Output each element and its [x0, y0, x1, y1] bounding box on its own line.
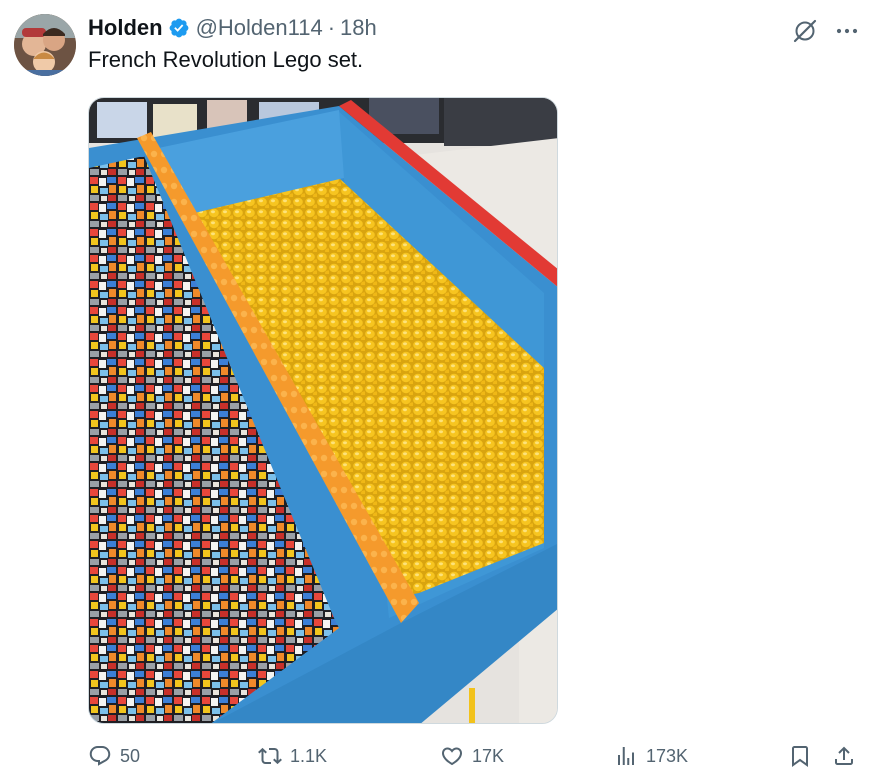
reply-button[interactable]: 50	[88, 740, 140, 772]
views-button[interactable]: 173K	[614, 740, 688, 772]
views-count: 173K	[646, 745, 689, 766]
separator-dot: ·	[327, 15, 336, 40]
author-name[interactable]: Holden	[88, 15, 163, 41]
more-dots-icon[interactable]	[832, 16, 862, 46]
avatar[interactable]	[14, 14, 76, 76]
grok-icon[interactable]	[790, 16, 820, 46]
author-handle[interactable]: @Holden114	[196, 15, 323, 41]
tweet: Holden @Holden114 · 18h French Revolutio	[0, 0, 884, 784]
repost-button[interactable]: 1.1K	[258, 740, 327, 772]
reply-count: 50	[120, 745, 141, 766]
lego-bin-photo	[89, 98, 557, 723]
profile-photo	[14, 14, 76, 76]
repost-icon	[258, 747, 282, 765]
like-count: 17K	[472, 745, 505, 766]
bookmark-icon	[792, 746, 808, 767]
views-chart-icon	[618, 747, 634, 765]
top-actions	[790, 16, 862, 46]
like-button[interactable]: 17K	[440, 740, 504, 772]
verified-badge-icon[interactable]	[168, 17, 190, 39]
tweet-text: French Revolution Lego set.	[88, 47, 364, 72]
bookmark-button[interactable]	[788, 740, 812, 772]
share-button[interactable]	[832, 740, 856, 772]
action-bar: 50 1.1K 17K 173K	[88, 740, 864, 772]
tweet-header: Holden @Holden114 · 18h	[88, 14, 377, 42]
repost-count: 1.1K	[290, 745, 328, 766]
reply-icon	[89, 746, 111, 766]
tweet-photo[interactable]	[88, 97, 558, 724]
post-time[interactable]: 18h	[340, 15, 377, 41]
heart-icon	[441, 747, 463, 766]
share-icon	[835, 746, 853, 765]
